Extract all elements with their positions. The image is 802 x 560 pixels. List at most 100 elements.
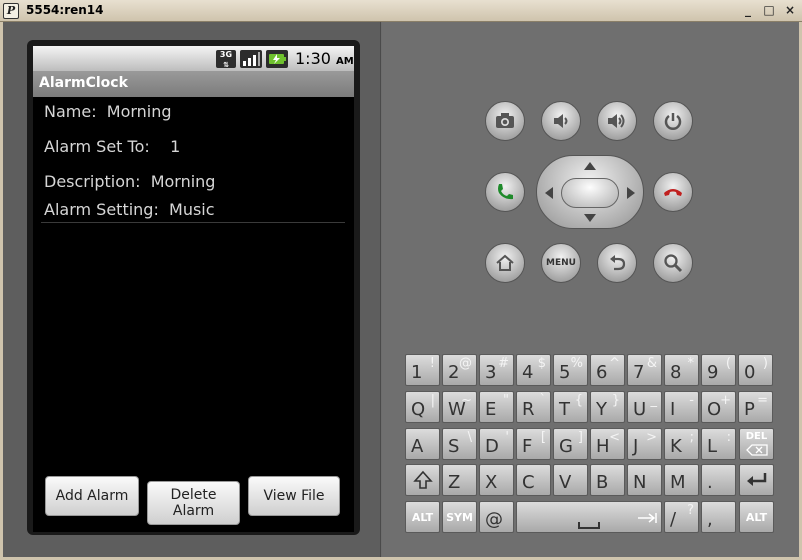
key-a[interactable]: A [405, 428, 440, 460]
key-g[interactable]: G] [553, 428, 588, 460]
home-button[interactable] [485, 243, 525, 283]
key-o[interactable]: O + [701, 391, 736, 423]
end-call-button[interactable] [653, 172, 693, 212]
key-3[interactable]: 3 # [479, 354, 514, 386]
power-button[interactable] [653, 101, 693, 141]
key-space[interactable] [516, 501, 662, 533]
search-button[interactable] [653, 243, 693, 283]
signal-strength-icon [240, 50, 262, 68]
key-5[interactable]: 5% [553, 354, 588, 386]
space-icon [578, 521, 600, 529]
key-1[interactable]: 1! [405, 354, 440, 386]
camera-button[interactable] [485, 101, 525, 141]
key-i[interactable]: I- [664, 391, 699, 423]
status-bar: 3G ⇅ 1:30 AM [33, 46, 354, 71]
back-icon [610, 255, 626, 271]
key-q[interactable]: Q | [405, 391, 440, 423]
backspace-icon [745, 444, 768, 456]
window-titlebar: P 5554:ren14 _ □ × [0, 0, 802, 22]
key-7[interactable]: 7 & [627, 354, 662, 386]
key-j[interactable]: J > [627, 428, 662, 460]
key-b[interactable]: B [590, 464, 625, 496]
delete-alarm-button[interactable]: Delete Alarm [147, 481, 240, 525]
menu-button[interactable]: MENU [541, 243, 581, 283]
add-alarm-button[interactable]: Add Alarm [45, 476, 139, 516]
app-icon: P [3, 3, 19, 19]
search-icon [664, 254, 683, 273]
maximize-button[interactable]: □ [762, 3, 776, 17]
close-button[interactable]: × [783, 3, 797, 17]
alarm-description-text: Description: Morning [44, 172, 216, 191]
key-del[interactable]: DEL [739, 428, 774, 460]
key-0[interactable]: 0) [738, 354, 773, 386]
key-t[interactable]: T{ [553, 391, 588, 423]
dpad-up-icon[interactable] [584, 162, 596, 170]
minimize-button[interactable]: _ [741, 3, 755, 17]
key-p[interactable]: P = [738, 391, 773, 423]
key-slash[interactable]: / ? [664, 501, 699, 533]
key-alt-right[interactable]: ALT [739, 501, 774, 533]
key-e[interactable]: E " [479, 391, 514, 423]
key-at[interactable]: @ [479, 501, 514, 533]
key-d[interactable]: D ' [479, 428, 514, 460]
key-period[interactable]: . [701, 464, 736, 496]
key-n[interactable]: N [627, 464, 662, 496]
volume-up-icon [608, 114, 625, 128]
key-shift[interactable] [405, 464, 440, 496]
key-enter[interactable] [739, 464, 774, 496]
key-h[interactable]: H < [590, 428, 625, 460]
dpad-center-button[interactable] [561, 178, 619, 208]
volume-down-button[interactable] [541, 101, 581, 141]
alarm-setting-text: Alarm Setting: Music [44, 200, 215, 219]
shift-icon [412, 470, 433, 489]
key-s[interactable]: S \ [442, 428, 477, 460]
key-comma[interactable]: , [701, 501, 736, 533]
key-r[interactable]: R ` [516, 391, 551, 423]
key-m[interactable]: M [664, 464, 699, 496]
key-u[interactable]: U _ [627, 391, 662, 423]
tab-arrow-icon [638, 513, 657, 523]
key-sym[interactable]: SYM [442, 501, 477, 533]
key-8[interactable]: 8 * [664, 354, 699, 386]
alarm-set-to-text: Alarm Set To: 1 [44, 137, 181, 156]
network-3g-icon: 3G ⇅ [216, 50, 236, 69]
list-divider [41, 222, 345, 223]
key-l[interactable]: L: [701, 428, 736, 460]
volume-down-icon [554, 114, 568, 128]
app-title: AlarmClock [39, 75, 128, 91]
phone-screen: 3G ⇅ 1:30 AM AlarmClock Name: Morning Ala… [33, 46, 354, 532]
window-title: 5554:ren14 [26, 3, 104, 17]
home-icon [496, 254, 514, 271]
key-x[interactable]: X [479, 464, 514, 496]
alarm-name-text: Name: Morning [44, 102, 172, 121]
key-f[interactable]: F[ [516, 428, 551, 460]
enter-icon [746, 473, 766, 486]
key-c[interactable]: C [516, 464, 551, 496]
key-9[interactable]: 9( [701, 354, 736, 386]
camera-icon [496, 113, 514, 128]
key-y[interactable]: Y} [590, 391, 625, 423]
key-v[interactable]: V [553, 464, 588, 496]
battery-charging-icon [266, 50, 288, 68]
key-alt-left[interactable]: ALT [405, 501, 440, 533]
view-file-button[interactable]: View File [248, 476, 340, 516]
dpad-left-icon[interactable] [545, 187, 553, 199]
volume-up-button[interactable] [597, 101, 637, 141]
call-button[interactable] [485, 172, 525, 212]
dpad-down-icon[interactable] [584, 214, 596, 222]
power-icon [664, 113, 682, 130]
clock: 1:30 AM [295, 49, 354, 68]
app-title-bar: AlarmClock [33, 71, 354, 97]
key-6[interactable]: 6 ^ [590, 354, 625, 386]
key-w[interactable]: W ~ [442, 391, 477, 423]
call-icon [498, 184, 513, 200]
end-call-icon [664, 189, 682, 196]
key-z[interactable]: Z [442, 464, 477, 496]
menu-label: MENU [546, 258, 576, 268]
back-button[interactable] [597, 243, 637, 283]
key-2[interactable]: 2 @ [442, 354, 477, 386]
key-k[interactable]: K; [664, 428, 699, 460]
dpad[interactable] [536, 155, 644, 229]
key-4[interactable]: 4 $ [516, 354, 551, 386]
dpad-right-icon[interactable] [627, 187, 635, 199]
